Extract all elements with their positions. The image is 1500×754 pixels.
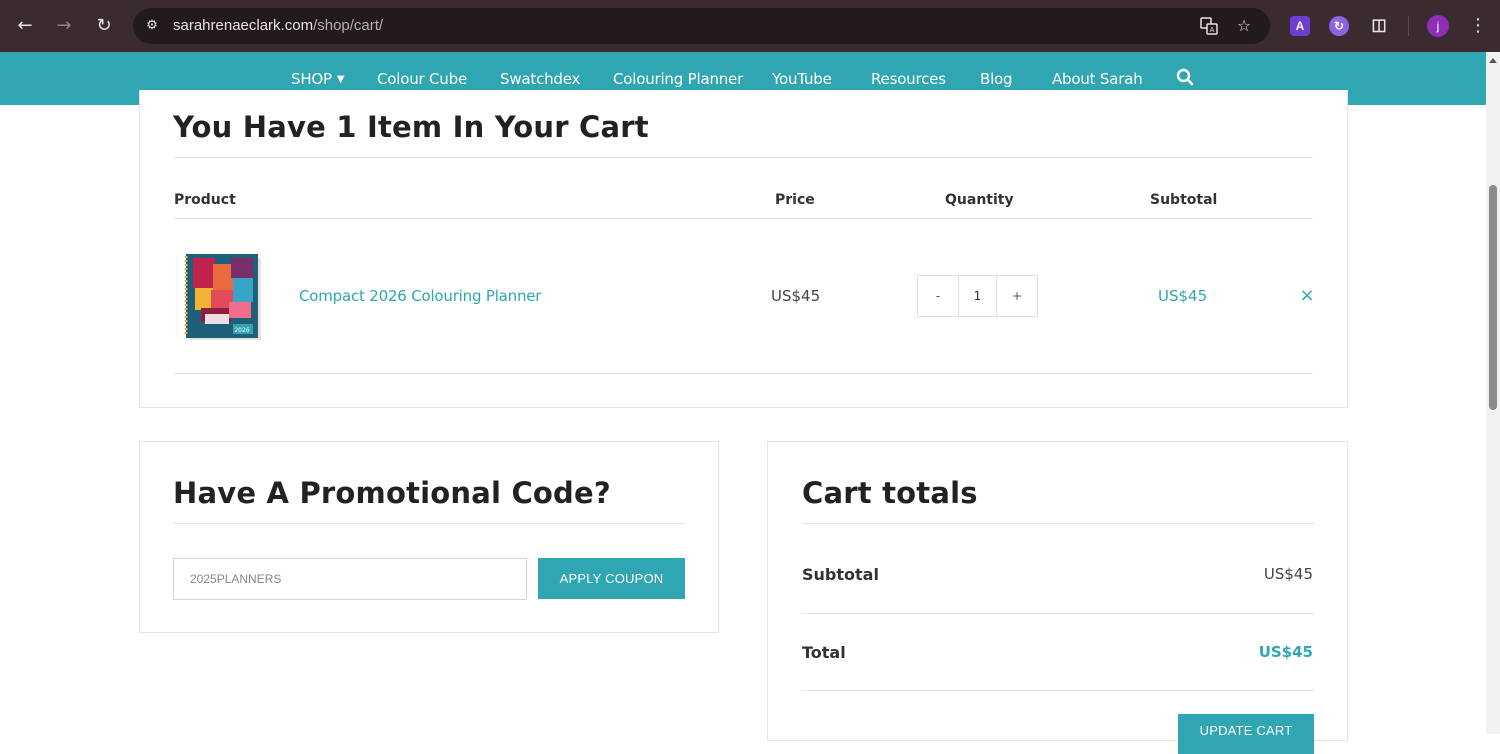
promo-heading: Have A Promotional Code? xyxy=(173,476,611,510)
totals-subtotal-label: Subtotal xyxy=(802,565,879,584)
totals-heading-divider xyxy=(802,523,1314,524)
forward-icon[interactable]: → xyxy=(52,14,76,38)
nav-item-about-sarah[interactable]: About Sarah xyxy=(1052,70,1143,88)
column-header-quantity: Quantity xyxy=(945,192,1014,208)
cart-heading: You Have 1 Item In Your Cart xyxy=(173,110,649,144)
nav-item-colour-cube[interactable]: Colour Cube xyxy=(377,70,467,88)
column-header-price: Price xyxy=(775,192,815,208)
update-cart-button[interactable]: UPDATE CART xyxy=(1178,714,1314,754)
nav-item-swatchdex[interactable]: Swatchdex xyxy=(500,70,580,88)
more-menu-icon[interactable]: ⋮ xyxy=(1468,14,1488,38)
address-bar[interactable]: ⚙ sarahrenaeclark.com/shop/cart/ A ☆ xyxy=(133,8,1270,44)
totals-total-label: Total xyxy=(802,643,846,662)
quantity-increase-button[interactable]: + xyxy=(997,276,1037,316)
extensions-puzzle-icon[interactable]: ◫ xyxy=(1369,16,1389,36)
chevron-down-icon: ▼ xyxy=(336,74,345,85)
apply-coupon-button[interactable]: APPLY COUPON xyxy=(538,558,685,599)
url-host: sarahrenaeclark.com xyxy=(173,17,314,34)
product-price: US$45 xyxy=(771,287,821,305)
line-subtotal: US$45 xyxy=(1158,287,1208,305)
search-icon[interactable] xyxy=(1176,68,1196,88)
scroll-up-arrow-icon[interactable] xyxy=(1489,58,1497,63)
quantity-stepper: - 1 + xyxy=(917,275,1038,317)
promo-heading-divider xyxy=(173,523,685,524)
totals-total-divider xyxy=(802,690,1314,691)
column-header-product: Product xyxy=(174,192,236,208)
svg-text:A: A xyxy=(1210,26,1215,34)
reload-icon[interactable]: ↻ xyxy=(92,14,116,38)
promo-code-panel xyxy=(139,441,719,633)
scrollbar-thumb[interactable] xyxy=(1489,185,1497,410)
back-icon[interactable]: ← xyxy=(13,14,37,38)
profile-avatar[interactable]: j xyxy=(1427,15,1449,37)
url-text[interactable]: sarahrenaeclark.com/shop/cart/ xyxy=(173,17,383,34)
nav-item-youtube[interactable]: YouTube xyxy=(772,70,832,88)
nav-shop-label: SHOP xyxy=(291,70,332,88)
url-path: /shop/cart/ xyxy=(313,17,384,34)
quantity-decrease-button[interactable]: - xyxy=(918,276,958,316)
nav-item-resources[interactable]: Resources xyxy=(871,70,946,88)
site-settings-icon[interactable]: ⚙ xyxy=(143,17,161,35)
nav-item-colouring-planner[interactable]: Colouring Planner xyxy=(613,70,743,88)
column-header-subtotal: Subtotal xyxy=(1150,192,1218,208)
totals-subtotal-divider xyxy=(802,613,1314,614)
extension-tracker-icon[interactable]: ↻ xyxy=(1329,16,1349,36)
bookmark-star-icon[interactable]: ☆ xyxy=(1234,16,1254,36)
nav-item-blog[interactable]: Blog xyxy=(980,70,1013,88)
product-thumbnail-year: 2026 xyxy=(234,327,249,334)
product-thumbnail[interactable]: 2026 xyxy=(183,252,263,342)
quantity-input[interactable]: 1 xyxy=(958,276,997,316)
cart-row-divider xyxy=(173,373,1313,374)
extension-a-icon[interactable]: A xyxy=(1290,16,1310,36)
browser-toolbar: ← → ↻ ⚙ sarahrenaeclark.com/shop/cart/ A… xyxy=(0,0,1500,52)
product-name-link[interactable]: Compact 2026 Colouring Planner xyxy=(299,287,541,305)
totals-subtotal-value: US$45 xyxy=(1263,565,1313,583)
translate-icon[interactable]: A xyxy=(1199,16,1219,36)
remove-item-icon[interactable]: × xyxy=(1299,286,1315,306)
table-header-divider xyxy=(173,218,1313,219)
toolbar-divider xyxy=(1408,16,1409,36)
totals-total-value: US$45 xyxy=(1258,643,1313,661)
page-scrollbar[interactable] xyxy=(1486,52,1500,734)
cart-totals-heading: Cart totals xyxy=(802,476,978,510)
coupon-code-input[interactable] xyxy=(173,558,527,600)
nav-item-shop[interactable]: SHOP ▼ xyxy=(291,70,345,88)
cart-heading-divider xyxy=(173,157,1313,158)
